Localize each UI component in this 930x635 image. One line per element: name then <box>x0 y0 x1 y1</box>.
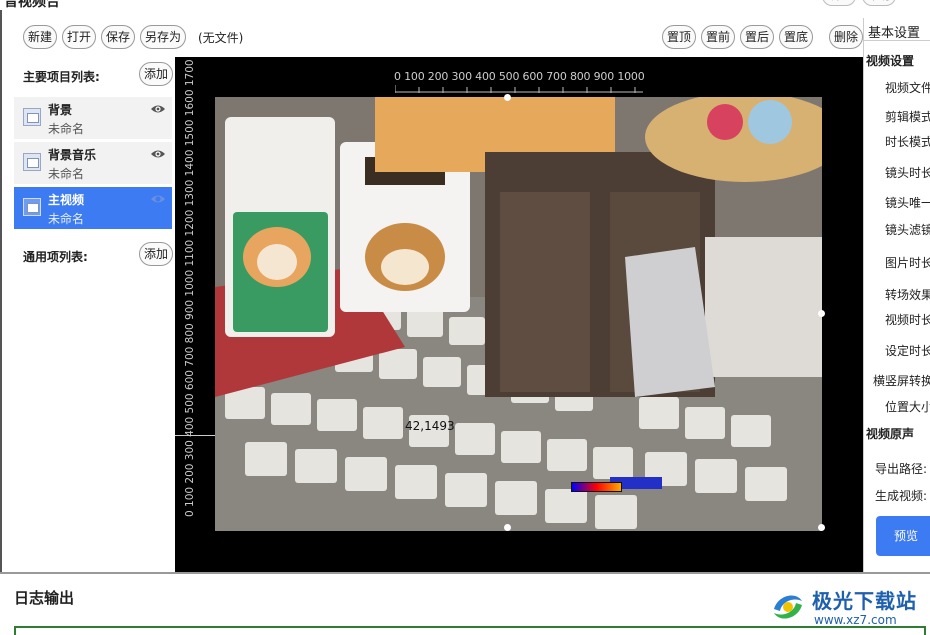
item-sub: 未命名 <box>48 122 85 136</box>
item-name: 背景 <box>48 103 73 117</box>
setting-clip-mode: 剪辑模式 <box>885 110 930 124</box>
setting-video-file: 视频文件 <box>885 81 930 95</box>
setting-video-duration: 视频时长 <box>885 313 930 327</box>
sidebar-item-main-video[interactable]: 主视频 未命名 <box>14 187 172 229</box>
video-thumb-icon <box>23 108 41 126</box>
vertical-ruler: 0 100 200 300 400 500 600 700 800 900 10… <box>184 57 196 517</box>
video-thumbnail-image <box>215 97 822 531</box>
settings-panel: 基本设置 视频设置 视频文件 剪辑模式 时长模式 镜头时长 镜头唯一 镜头滤镜 … <box>863 18 930 573</box>
setting-shot-unique: 镜头唯一 <box>885 196 930 210</box>
video-frame[interactable]: 42,1493 <box>215 97 822 531</box>
file-status: (无文件) <box>198 31 244 45</box>
open-button[interactable]: 打开 <box>62 25 96 49</box>
resize-handle-top[interactable] <box>504 94 511 101</box>
ruler-cursor-line <box>175 435 215 436</box>
common-list-title: 通用项列表: <box>23 250 88 264</box>
brand-logo-icon <box>774 595 802 619</box>
app-title: 音视频合 <box>4 0 60 10</box>
cursor-coordinates: 42,1493 <box>405 419 455 433</box>
setting-position-size: 位置大小 <box>885 400 930 414</box>
new-button[interactable]: 新建 <box>23 25 57 49</box>
window-left-border <box>0 10 2 573</box>
setting-shot-filter: 镜头滤镜 <box>885 223 930 237</box>
to-bottom-button[interactable]: 置底 <box>779 25 813 49</box>
horizontal-ruler: 0 100 200 300 400 500 600 700 800 900 10… <box>394 70 645 83</box>
brand-name: 极光下载站 <box>812 589 917 613</box>
watermark: 极光下载站 www.xz7.com <box>768 583 928 633</box>
resize-handle-bottom-right[interactable] <box>818 524 825 531</box>
common-add-button[interactable]: 添加 <box>139 242 173 266</box>
video-thumb-icon <box>23 153 41 171</box>
log-title: 日志输出 <box>14 589 75 607</box>
save-button[interactable]: 保存 <box>101 25 135 49</box>
eye-icon[interactable] <box>150 148 166 160</box>
eye-icon[interactable] <box>150 193 166 205</box>
forward-button[interactable]: 置前 <box>701 25 735 49</box>
video-thumb-icon <box>23 198 41 216</box>
item-sub: 未命名 <box>48 167 85 181</box>
settings-button[interactable]: 设置 <box>822 0 856 6</box>
setting-shot-duration: 镜头时长 <box>885 166 930 180</box>
tab-basic-settings[interactable]: 基本设置 <box>868 22 920 41</box>
setting-orientation: 横竖屏转换 <box>873 374 930 388</box>
save-as-button[interactable]: 另存为 <box>140 25 186 49</box>
generate-video-label: 生成视频: <box>875 489 928 503</box>
gradient-indicator <box>571 482 622 492</box>
preview-button[interactable]: 预览 <box>876 516 930 556</box>
item-name: 背景音乐 <box>48 148 97 162</box>
horizontal-ruler-ticks <box>395 85 643 93</box>
sidebar-item-bgm[interactable]: 背景音乐 未命名 <box>14 142 172 184</box>
sidebar-item-background[interactable]: 背景 未命名 <box>14 97 172 139</box>
item-name: 主视频 <box>48 193 85 207</box>
main-add-button[interactable]: 添加 <box>139 62 173 86</box>
delete-button[interactable]: 删除 <box>829 25 863 49</box>
brand-url: www.xz7.com <box>814 613 897 627</box>
title-bar: 音视频合 设置 帮助 <box>0 0 930 10</box>
backward-button[interactable]: 置后 <box>740 25 774 49</box>
setting-transition: 转场效果 <box>885 288 930 302</box>
section-video-settings: 视频设置 <box>866 54 915 68</box>
item-sub: 未命名 <box>48 212 85 226</box>
resize-handle-bottom[interactable] <box>504 524 511 531</box>
setting-set-duration: 设定时长 <box>885 344 930 358</box>
resize-handle-right[interactable] <box>818 310 825 317</box>
export-path-label: 导出路径: <box>875 462 928 476</box>
tab-divider <box>864 40 930 41</box>
setting-duration-mode: 时长模式 <box>885 135 930 149</box>
main-list-title: 主要项目列表: <box>23 70 100 84</box>
eye-icon[interactable] <box>150 103 166 115</box>
help-button[interactable]: 帮助 <box>862 0 896 6</box>
section-original-audio: 视频原声 <box>866 427 915 441</box>
to-top-button[interactable]: 置顶 <box>662 25 696 49</box>
preview-canvas[interactable]: 0 100 200 300 400 500 600 700 800 900 10… <box>175 57 863 572</box>
setting-image-duration: 图片时长 <box>885 256 930 270</box>
